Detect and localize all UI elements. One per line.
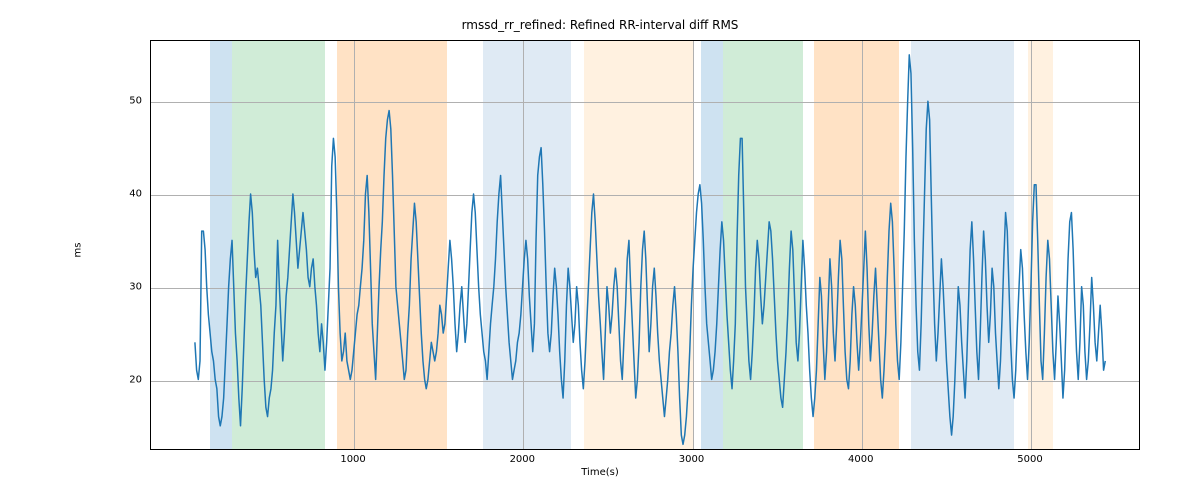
chart-figure: rmssd_rr_refined: Refined RR-interval di… [0, 0, 1200, 500]
chart-title: rmssd_rr_refined: Refined RR-interval di… [0, 18, 1200, 32]
y-tick-label: 50 [102, 95, 142, 106]
x-tick-label: 1000 [340, 454, 365, 465]
x-tick-label: 5000 [1017, 454, 1042, 465]
x-axis-label: Time(s) [0, 467, 1200, 478]
y-tick-label: 30 [102, 281, 142, 292]
line-series [151, 41, 1139, 449]
x-tick-label: 4000 [848, 454, 873, 465]
x-tick-label: 2000 [510, 454, 535, 465]
plot-area [150, 40, 1140, 450]
x-tick-label: 3000 [679, 454, 704, 465]
y-axis-label: ms [73, 243, 84, 258]
y-tick-label: 40 [102, 188, 142, 199]
y-tick-label: 20 [102, 375, 142, 386]
